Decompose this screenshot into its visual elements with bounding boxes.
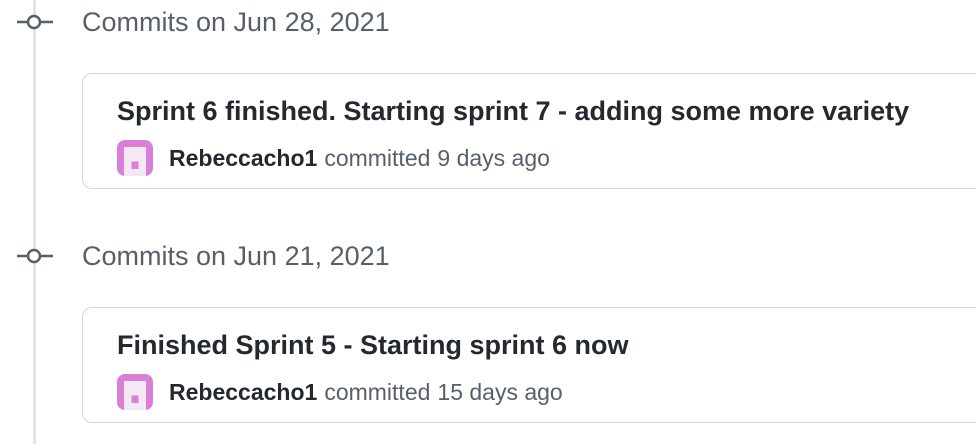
timeline-line xyxy=(33,0,36,444)
git-commit-icon xyxy=(17,248,53,264)
commit-author-link[interactable]: Rebeccacho1 xyxy=(169,145,317,172)
identicon-avatar[interactable] xyxy=(117,140,153,176)
commit-age[interactable]: 9 days ago xyxy=(437,145,550,172)
commit-action: committed xyxy=(324,144,431,171)
git-commit-icon xyxy=(17,14,53,30)
commit-meta: Rebeccacho1 committed 15 days ago xyxy=(117,374,563,410)
commit-card: Sprint 6 finished. Starting sprint 7 - a… xyxy=(82,73,976,189)
identicon-avatar[interactable] xyxy=(117,374,153,410)
commit-card: Finished Sprint 5 - Starting sprint 6 no… xyxy=(82,307,976,423)
commit-action: committed xyxy=(324,378,431,405)
commit-author-link[interactable]: Rebeccacho1 xyxy=(169,379,317,406)
commit-group-date: Commits on Jun 21, 2021 xyxy=(82,241,390,271)
commit-title-link[interactable]: Finished Sprint 5 - Starting sprint 6 no… xyxy=(117,328,629,362)
commit-meta: Rebeccacho1 committed 9 days ago xyxy=(117,140,550,176)
commit-group-header: Commits on Jun 21, 2021 xyxy=(0,236,600,276)
commit-title-link[interactable]: Sprint 6 finished. Starting sprint 7 - a… xyxy=(117,94,909,128)
commit-age[interactable]: 15 days ago xyxy=(437,379,562,406)
commit-group-header: Commits on Jun 28, 2021 xyxy=(0,2,600,42)
commit-group-date: Commits on Jun 28, 2021 xyxy=(82,7,390,37)
